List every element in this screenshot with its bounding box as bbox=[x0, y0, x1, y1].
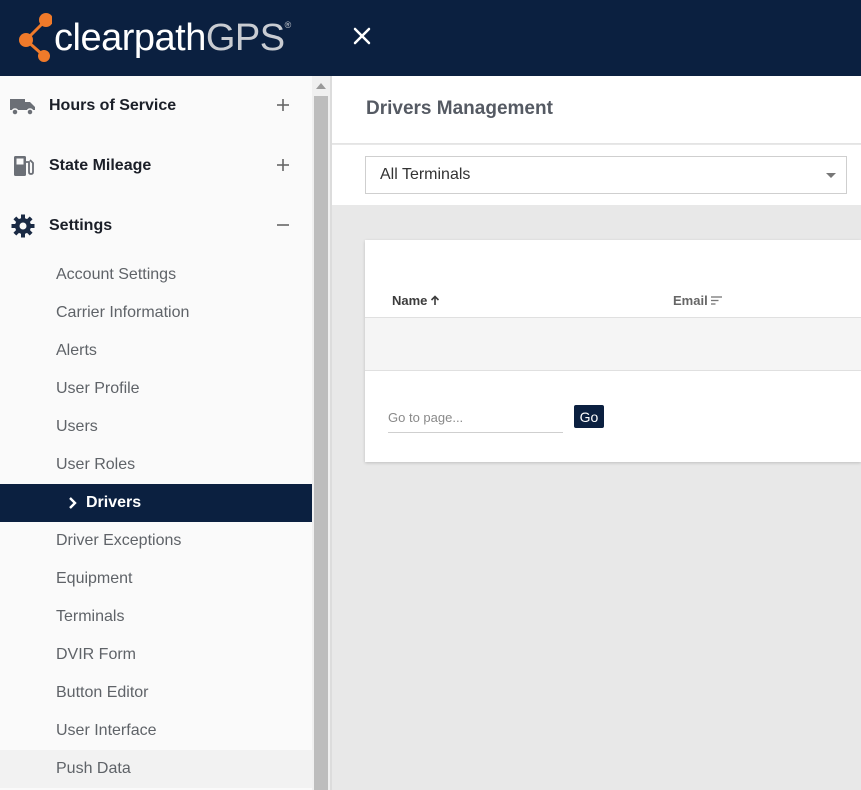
sidebar-item-label: Push Data bbox=[56, 760, 131, 777]
sidebar-item-terminals[interactable]: Terminals bbox=[0, 598, 312, 636]
sort-icon bbox=[710, 296, 722, 305]
sidebar-item-label: Account Settings bbox=[56, 266, 177, 283]
fuel-pump-icon bbox=[10, 153, 36, 179]
sidebar-section-label: State Mileage bbox=[49, 157, 152, 174]
sidebar-item-label: Equipment bbox=[56, 570, 133, 587]
top-bar: clearpathGPS® bbox=[0, 0, 861, 76]
main-header: Drivers Management bbox=[332, 76, 861, 144]
logo-text: clearpathGPS® bbox=[54, 17, 291, 59]
sidebar-item-label: User Profile bbox=[56, 380, 140, 397]
sidebar-item-label: Alerts bbox=[56, 342, 97, 359]
clearpath-gps-logo[interactable]: clearpathGPS® bbox=[18, 10, 291, 66]
sidebar-item-push-data[interactable]: Push Data bbox=[0, 750, 312, 788]
gear-icon bbox=[10, 213, 36, 239]
collapse-minus-icon[interactable] bbox=[272, 214, 294, 236]
drivers-table-card: Name Email Go bbox=[365, 240, 861, 462]
sidebar-item-account-settings[interactable]: Account Settings bbox=[0, 256, 312, 294]
truck-icon bbox=[10, 93, 36, 119]
sidebar-item-drivers[interactable]: Drivers bbox=[0, 484, 312, 522]
close-menu-button[interactable] bbox=[348, 22, 376, 50]
filter-bar: All Terminals bbox=[332, 145, 861, 205]
logo-nodes-icon bbox=[19, 13, 52, 62]
sidebar-item-label: Carrier Information bbox=[56, 304, 190, 321]
sidebar-section-hours-of-service[interactable]: Hours of Service bbox=[0, 76, 312, 136]
column-header-label: Name bbox=[392, 293, 428, 308]
sidebar-item-carrier-information[interactable]: Carrier Information bbox=[0, 294, 312, 332]
column-header-name[interactable]: Name bbox=[392, 293, 440, 308]
caret-down-icon bbox=[826, 173, 836, 178]
column-header-label: Email bbox=[673, 293, 708, 308]
table-empty-row bbox=[365, 318, 861, 371]
sidebar-item-label: Terminals bbox=[56, 608, 125, 625]
sidebar-section-state-mileage[interactable]: State Mileage bbox=[0, 136, 312, 196]
page-title: Drivers Management bbox=[366, 98, 553, 119]
sidebar-item-label: Users bbox=[56, 418, 98, 435]
sidebar-item-equipment[interactable]: Equipment bbox=[0, 560, 312, 598]
sidebar-item-user-interface[interactable]: User Interface bbox=[0, 712, 312, 750]
sidebar-item-label: Drivers bbox=[86, 494, 142, 511]
sidebar-item-alerts[interactable]: Alerts bbox=[0, 332, 312, 370]
sidebar-nav: Hours of Service State Mileage Settings … bbox=[0, 76, 312, 790]
sidebar-item-driver-exceptions[interactable]: Driver Exceptions bbox=[0, 522, 312, 560]
sidebar-item-user-roles[interactable]: User Roles bbox=[0, 446, 312, 484]
sidebar-item-dvir-form[interactable]: DVIR Form bbox=[0, 636, 312, 674]
sidebar-section-label: Hours of Service bbox=[49, 97, 177, 114]
sidebar-scrollbar[interactable] bbox=[312, 76, 330, 790]
sidebar-section-settings[interactable]: Settings bbox=[0, 196, 312, 256]
expand-plus-icon[interactable] bbox=[272, 154, 294, 176]
chevron-right-icon bbox=[68, 496, 78, 510]
go-to-page-input[interactable] bbox=[388, 403, 563, 433]
sidebar-item-user-profile[interactable]: User Profile bbox=[0, 370, 312, 408]
sidebar-item-label: User Interface bbox=[56, 722, 157, 739]
sidebar-item-users[interactable]: Users bbox=[0, 408, 312, 446]
sidebar-section-label: Settings bbox=[49, 217, 113, 234]
scroll-up-arrow-icon[interactable] bbox=[316, 82, 326, 90]
terminal-select-value: All Terminals bbox=[380, 166, 471, 183]
close-icon bbox=[353, 27, 371, 45]
column-header-email[interactable]: Email bbox=[673, 293, 723, 308]
sidebar-item-button-editor[interactable]: Button Editor bbox=[0, 674, 312, 712]
terminal-select[interactable]: All Terminals bbox=[365, 156, 847, 194]
sidebar-item-label: Driver Exceptions bbox=[56, 532, 182, 549]
go-button[interactable]: Go bbox=[574, 405, 604, 428]
scrollbar-thumb[interactable] bbox=[314, 96, 328, 790]
sidebar-item-label: User Roles bbox=[56, 456, 136, 473]
sidebar-item-label: Button Editor bbox=[56, 684, 149, 701]
settings-submenu: Account Settings Carrier Information Ale… bbox=[0, 256, 312, 788]
expand-plus-icon[interactable] bbox=[272, 94, 294, 116]
sort-ascending-icon bbox=[431, 295, 440, 305]
sidebar-item-label: DVIR Form bbox=[56, 646, 136, 663]
